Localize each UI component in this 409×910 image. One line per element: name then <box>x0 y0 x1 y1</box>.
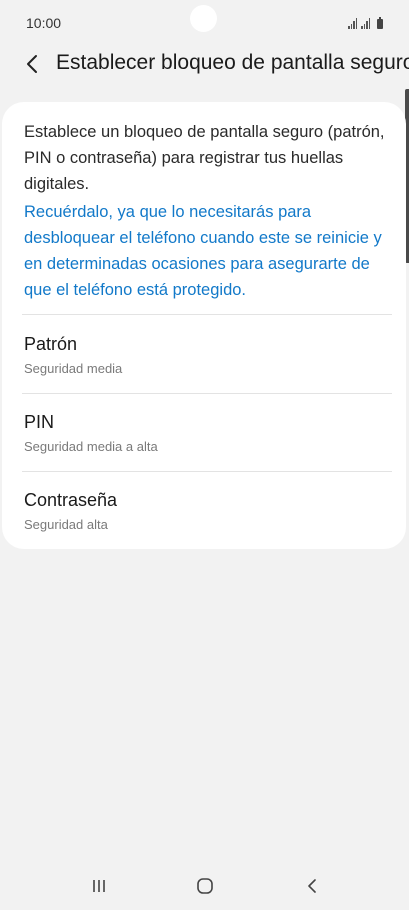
app-header: Establecer bloqueo de pantalla seguro <box>0 46 409 86</box>
home-icon[interactable] <box>185 872 225 900</box>
option-subtitle: Seguridad media a alta <box>24 439 158 454</box>
reminder-text: Recuérdalo, ya que lo necesitarás para d… <box>24 203 382 299</box>
option-password[interactable]: Contraseña Seguridad alta <box>2 490 406 566</box>
status-icons <box>348 15 383 29</box>
option-pattern[interactable]: Patrón Seguridad media <box>2 334 406 410</box>
divider <box>22 393 392 394</box>
camera-cutout <box>190 5 217 32</box>
signal-icon-2 <box>361 18 370 29</box>
page-title: Establecer bloqueo de pantalla seguro <box>56 51 409 74</box>
option-subtitle: Seguridad alta <box>24 517 108 532</box>
description-text: Establece un bloqueo de pantalla seguro … <box>24 123 385 193</box>
option-pin[interactable]: PIN Seguridad media a alta <box>2 412 406 488</box>
status-time: 10:00 <box>26 15 62 31</box>
divider <box>22 471 392 472</box>
back-icon[interactable] <box>292 872 332 900</box>
option-title: Patrón <box>24 334 78 354</box>
divider <box>22 314 392 315</box>
option-subtitle: Seguridad media <box>24 361 123 376</box>
navigation-bar <box>0 862 409 910</box>
chevron-left-icon[interactable] <box>22 50 44 78</box>
signal-icon <box>348 18 357 29</box>
status-bar: 10:00 <box>0 0 409 46</box>
lock-options-card: Establece un bloqueo de pantalla seguro … <box>2 102 406 549</box>
option-title: Contraseña <box>24 490 118 510</box>
option-title: PIN <box>24 412 55 432</box>
battery-icon <box>377 17 383 29</box>
recent-apps-icon[interactable] <box>79 872 119 900</box>
